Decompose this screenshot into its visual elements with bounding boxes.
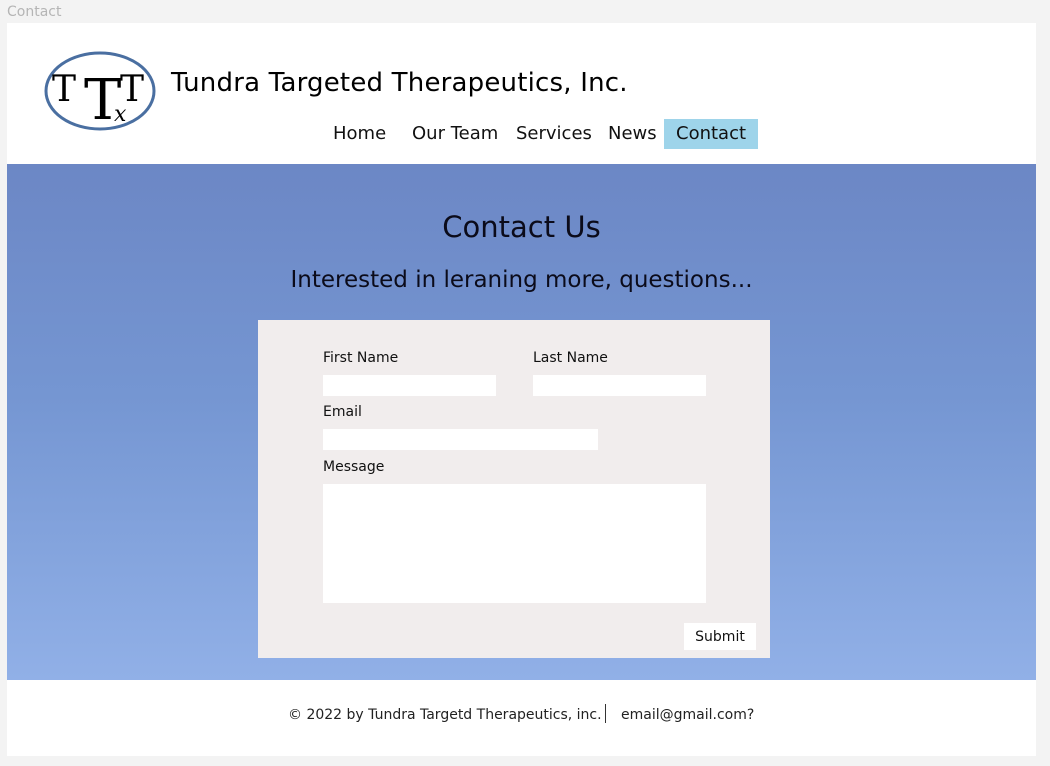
company-name: Tundra Targeted Therapeutics, Inc. [171,68,628,98]
message-field[interactable] [323,484,706,603]
contact-hero: Contact Us Interested in leraning more, … [7,164,1036,680]
email-label: Email [323,404,362,420]
nav-item-home[interactable]: Home [333,119,386,149]
logo-letter-left: T [52,69,76,110]
submit-button[interactable]: Submit [684,623,756,650]
contact-form: First Name Last Name Email Message Submi… [258,320,770,658]
nav-item-services[interactable]: Services [516,119,592,149]
last-name-field[interactable] [533,375,706,396]
nav-item-news[interactable]: News [608,119,657,149]
page-label: Contact [7,4,62,20]
main-nav: Home Our Team Services News Contact [7,119,1036,149]
first-name-field[interactable] [323,375,496,396]
page-title: Contact Us [442,210,601,244]
footer-divider [605,704,606,723]
nav-item-our-team[interactable]: Our Team [412,119,498,149]
page-subtitle: Interested in leraning more, questions..… [290,267,753,293]
email-field[interactable] [323,429,598,450]
site-footer: © 2022 by Tundra Targetd Therapeutics, i… [7,704,1036,727]
message-label: Message [323,459,385,475]
first-name-label: First Name [323,350,399,366]
last-name-label: Last Name [533,350,608,366]
footer-email-link[interactable]: email@gmail.com? [621,707,754,723]
site-frame: T T T x Tundra Targeted Therapeutics, In… [7,23,1036,756]
footer-copyright: © 2022 by Tundra Targetd Therapeutics, i… [288,707,602,723]
nav-item-contact[interactable]: Contact [664,119,759,149]
